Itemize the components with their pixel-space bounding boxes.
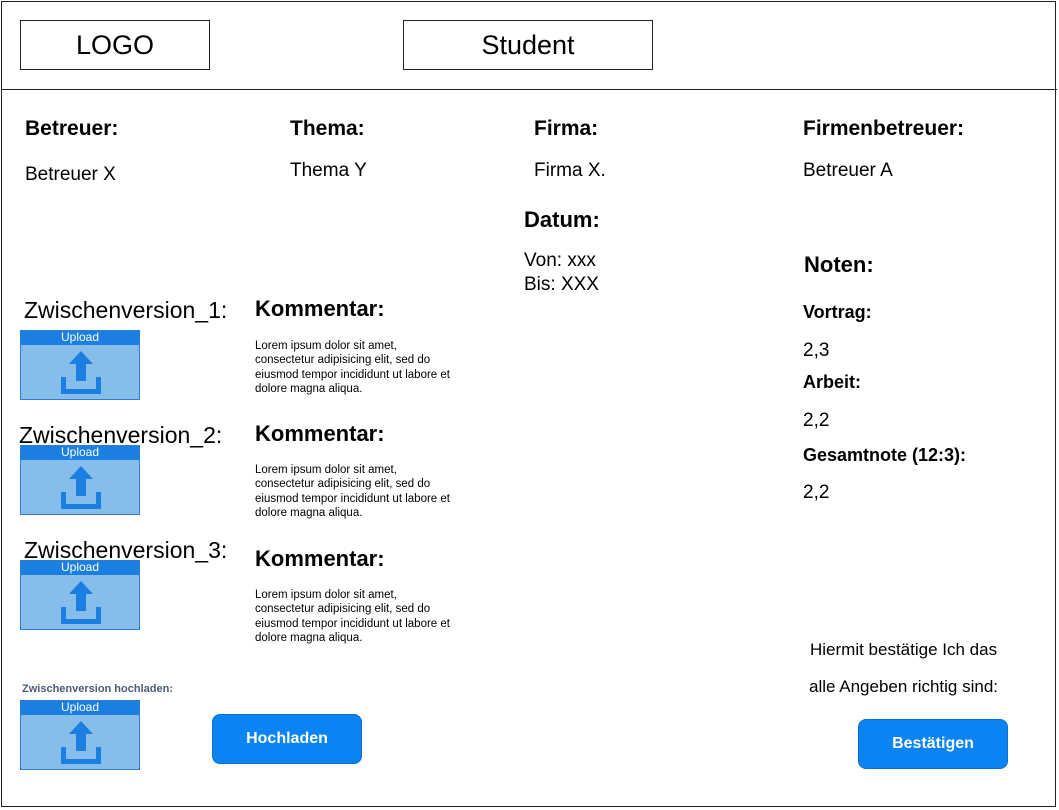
logo: LOGO: [20, 20, 210, 70]
betreuer-value: Betreuer X: [25, 164, 116, 185]
upload-label: Upload: [21, 701, 139, 715]
logo-text: LOGO: [75, 29, 155, 60]
page-title-text: Student: [481, 29, 575, 60]
bestaetigen-button[interactable]: Bestätigen: [858, 719, 1008, 769]
gesamtnote-value: 2,2: [803, 482, 830, 503]
thema-label: Thema:: [290, 117, 365, 140]
vortrag-label: Vortrag:: [803, 302, 872, 322]
datum-von: Von: xxx: [524, 250, 596, 271]
upload-icon: [61, 581, 101, 624]
version-3-kommentar-label: Kommentar:: [255, 546, 385, 571]
upload-label: Upload: [21, 561, 139, 575]
arbeit-value: 2,2: [803, 410, 830, 431]
thema-value: Thema Y: [290, 160, 367, 181]
hochladen-button[interactable]: Hochladen: [212, 714, 362, 764]
vortrag-value: 2,3: [803, 340, 830, 361]
upload-icon: [61, 351, 101, 394]
version-3-upload[interactable]: Upload: [20, 560, 140, 630]
upload-icon: [61, 721, 101, 764]
version-2-upload[interactable]: Upload: [20, 445, 140, 515]
gesamtnote-label: Gesamtnote (12:3):: [803, 445, 967, 465]
version-1-label: Zwischenversion_1:: [24, 297, 228, 323]
version-2-kommentar-text: Lorem ipsum dolor sit amet, consectetur …: [255, 464, 450, 519]
upload-label: Upload: [21, 331, 139, 345]
betreuer-label: Betreuer:: [25, 117, 119, 140]
version-1-kommentar-text: Lorem ipsum dolor sit amet, consectetur …: [255, 340, 450, 395]
version-1-kommentar-label: Kommentar:: [255, 296, 385, 321]
version-1-upload[interactable]: Upload: [20, 330, 140, 400]
version-3-kommentar-text: Lorem ipsum dolor sit amet, consectetur …: [255, 589, 450, 644]
version-2-kommentar-label: Kommentar:: [255, 421, 385, 446]
page-title: Student: [403, 20, 653, 70]
datum-bis: Bis: XXX: [524, 274, 599, 295]
firmenbetreuer-value: Betreuer A: [803, 160, 893, 181]
confirm-text-line-2: alle Angeben richtig sind:: [809, 677, 999, 696]
firma-label: Firma:: [534, 117, 599, 140]
new-version-upload[interactable]: Upload: [20, 700, 140, 770]
header-divider: [1, 89, 1057, 90]
confirm-text-line-1: Hiermit bestätige Ich das: [810, 640, 998, 659]
upload-label: Upload: [21, 446, 139, 460]
firmenbetreuer-label: Firmenbetreuer:: [803, 117, 965, 140]
arbeit-label: Arbeit:: [803, 372, 861, 392]
datum-label: Datum:: [524, 207, 600, 232]
upload-icon: [61, 466, 101, 509]
firma-value: Firma X.: [534, 160, 606, 181]
new-version-label: Zwischenversion hochladen:: [22, 683, 173, 695]
noten-label: Noten:: [804, 252, 874, 277]
